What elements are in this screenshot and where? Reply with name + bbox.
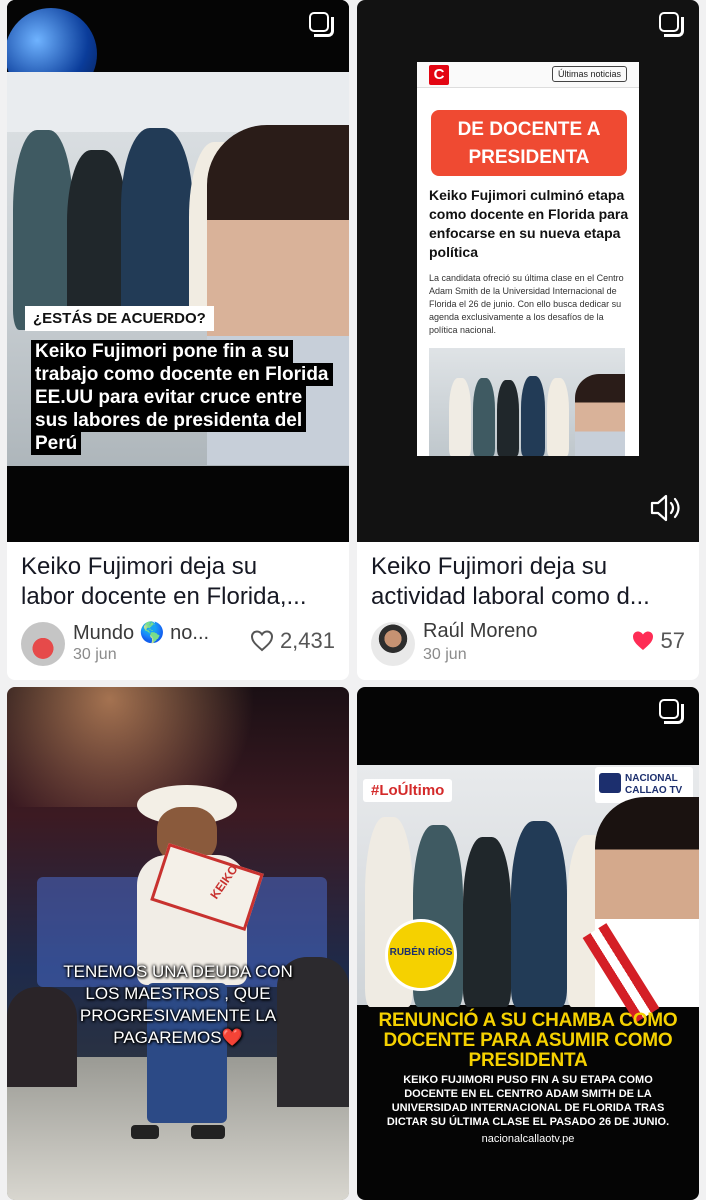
post-caption-1[interactable]: Keiko Fujimori deja su labor docente en … (21, 552, 335, 612)
video-grid: ¿ESTÁS DE ACUERDO? Keiko Fujimori pone f… (0, 0, 706, 1200)
speaker-icon[interactable] (649, 492, 685, 524)
post-thumbnail-3[interactable]: KEIKO TENEMOS UNA DEUDA CON LOS MAESTROS… (7, 687, 349, 1200)
post-date: 30 jun (73, 646, 117, 663)
stacked-squares-icon (659, 12, 685, 38)
brand-logo: C (429, 65, 449, 85)
post-meta-1: Mundo 🌎 no... 30 jun 2,431 (21, 620, 335, 666)
person-photo (511, 821, 567, 1007)
post-card-1[interactable]: ¿ESTÁS DE ACUERDO? Keiko Fujimori pone f… (7, 0, 349, 680)
overlay-tag: ¿ESTÁS DE ACUERDO? (25, 306, 214, 331)
avatar[interactable] (371, 622, 415, 666)
article-title: Keiko Fujimori culminó etapa como docent… (429, 187, 629, 260)
news-tag: Últimas noticias (551, 66, 627, 82)
post-card-4[interactable]: #LoÚltimo NACIONAL CALLAO TV RUBÉN RÍOS … (357, 687, 699, 1200)
stacked-squares-icon (309, 12, 335, 38)
subtext: KEIKO FUJIMORI PUSO FIN A SU ETAPA COMO … (386, 1074, 670, 1128)
avatar[interactable] (21, 622, 65, 666)
person-photo (67, 150, 127, 330)
post-thumbnail-2[interactable]: C Últimas noticias DE DOCENTE A PRESIDEN… (357, 0, 699, 542)
person-photo (463, 837, 511, 1007)
site-url: nacionalcallaotv.pe (481, 1133, 575, 1145)
heart-icon[interactable] (250, 630, 274, 652)
logo-text: RUBÉN RÍOS (389, 947, 453, 958)
article-screenshot: C Últimas noticias DE DOCENTE A PRESIDEN… (417, 62, 639, 456)
post-card-2[interactable]: C Últimas noticias DE DOCENTE A PRESIDEN… (357, 0, 699, 680)
overlay-headline: Keiko Fujimori pone fin a su trabajo com… (31, 340, 333, 455)
person-photo (121, 128, 193, 328)
stacked-squares-icon (659, 699, 685, 725)
person-photo (13, 130, 73, 330)
post-card-3[interactable]: KEIKO TENEMOS UNA DEUDA CON LOS MAESTROS… (7, 687, 349, 1200)
overlay-text: TENEMOS UNA DEUDA CON LOS MAESTROS , QUE… (63, 962, 293, 1047)
like-count[interactable]: 57 (631, 628, 685, 654)
post-meta-2: Raúl Moreno 30 jun 57 (371, 620, 685, 666)
author-name[interactable]: Raúl Moreno (423, 620, 538, 643)
author-name[interactable]: Mundo 🌎 no... (73, 620, 209, 645)
article-photo (429, 348, 625, 456)
post-date: 30 jun (423, 646, 467, 663)
post-thumbnail-4[interactable]: #LoÚltimo NACIONAL CALLAO TV RUBÉN RÍOS … (357, 687, 699, 1200)
banner-text: DE DOCENTE A PRESIDENTA (457, 119, 601, 168)
article-body: La candidata ofreció su última clase en … (429, 273, 624, 335)
post-caption-2[interactable]: Keiko Fujimori deja su actividad laboral… (371, 552, 685, 612)
headline: RENUNCIÓ A SU CHAMBA COMO DOCENTE PARA A… (378, 1010, 678, 1071)
heart-icon[interactable] (631, 630, 655, 652)
hashtag-badge: #LoÚltimo (363, 779, 453, 802)
like-count[interactable]: 2,431 (250, 628, 335, 654)
post-thumbnail-1[interactable]: ¿ESTÁS DE ACUERDO? Keiko Fujimori pone f… (7, 0, 349, 542)
